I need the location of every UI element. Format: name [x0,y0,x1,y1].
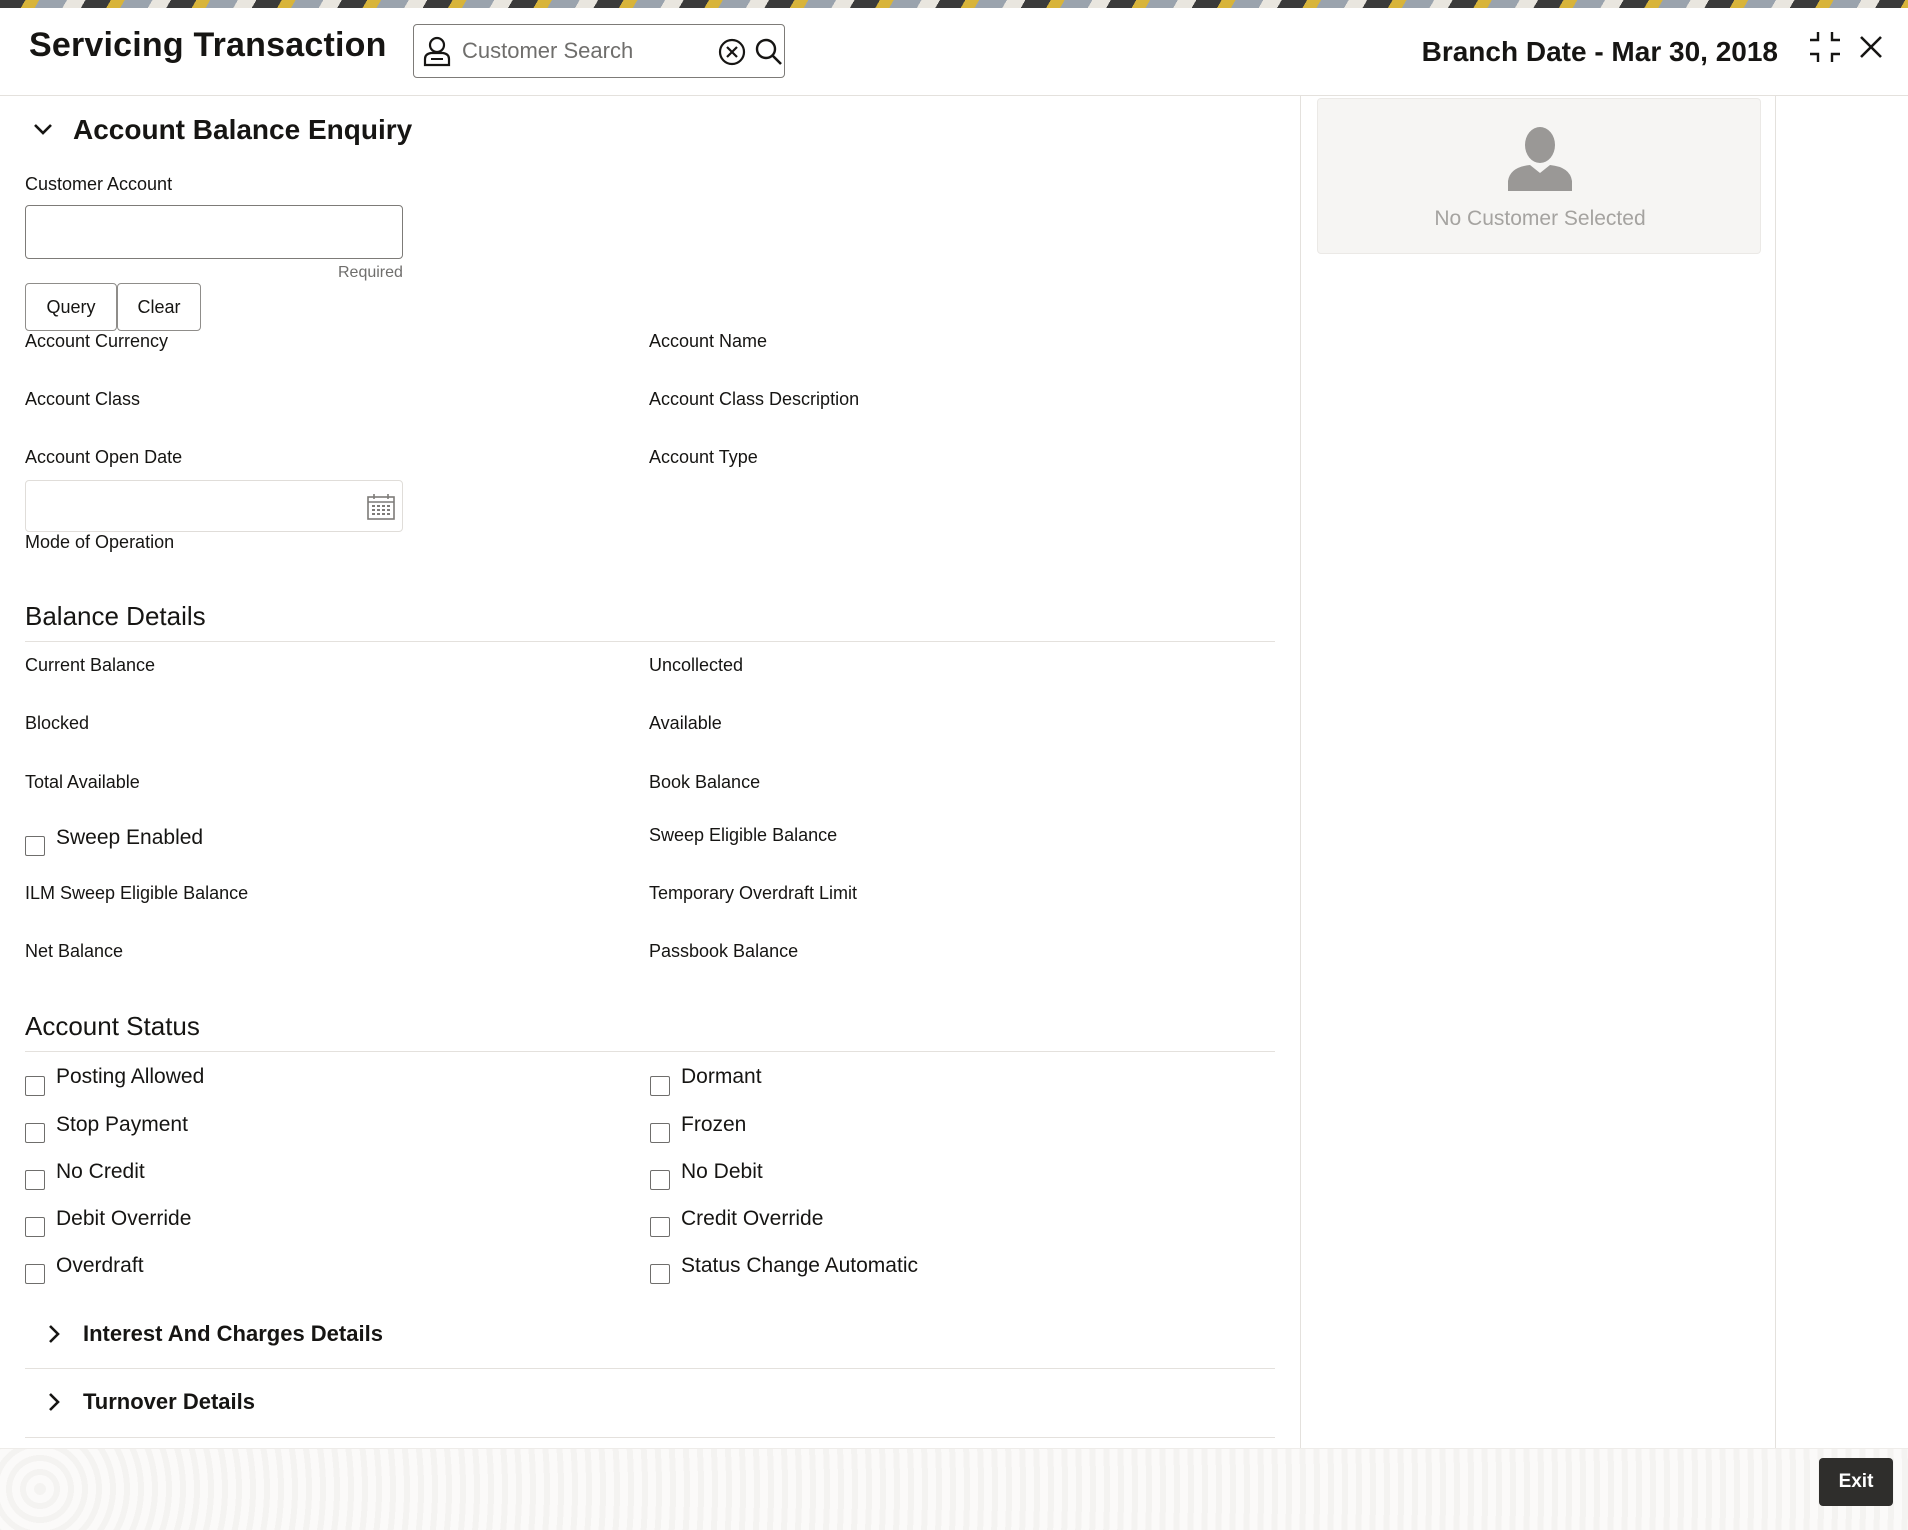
customer-info-panel: No Customer Selected [1300,96,1776,1448]
account-open-date-label: Account Open Date [25,447,183,467]
page-title: Servicing Transaction [29,26,387,64]
account-type-label: Account Type [649,447,758,467]
no-customer-selected-text: No Customer Selected [1434,207,1646,230]
no-debit-label: No Debit [681,1160,763,1183]
mode-of-operation-label: Mode of Operation [25,532,175,552]
dormant-label: Dormant [681,1065,762,1088]
current-balance-label: Current Balance [25,655,156,675]
query-button[interactable]: Query [25,283,117,331]
customer-search-box[interactable] [413,24,785,78]
available-label: Available [649,713,722,733]
section-title: Account Balance Enquiry [73,114,413,145]
customer-card: No Customer Selected [1317,98,1761,254]
credit-override-label: Credit Override [681,1207,824,1230]
overdraft-checkbox[interactable] [25,1264,45,1284]
account-class-label: Account Class [25,389,141,409]
header: Servicing Transaction Branch Date - Mar … [0,8,1908,96]
posting-allowed-checkbox[interactable] [25,1076,45,1096]
account-name-label: Account Name [649,331,768,351]
overdraft-label: Overdraft [56,1254,144,1277]
minimize-icon[interactable] [1808,30,1842,64]
account-status-title: Account Status [25,1011,200,1041]
dormant-checkbox[interactable] [650,1076,670,1096]
footer [0,1448,1908,1530]
divider [25,641,1275,642]
account-currency-label: Account Currency [25,331,169,351]
chevron-right-icon[interactable] [44,1323,64,1345]
sweep-enabled-label: Sweep Enabled [56,826,204,849]
customer-account-input[interactable] [25,205,403,259]
customer-search-input[interactable] [462,35,712,67]
turnover-details-toggle[interactable]: Turnover Details [83,1389,255,1415]
clear-search-icon[interactable] [718,38,746,66]
required-hint: Required [338,264,403,281]
credit-override-checkbox[interactable] [650,1217,670,1237]
customer-account-label: Customer Account [25,174,173,194]
clear-button[interactable]: Clear [117,283,201,331]
no-credit-label: No Credit [56,1160,145,1183]
chevron-down-icon[interactable] [32,118,54,140]
sweep-eligible-balance-label: Sweep Eligible Balance [649,825,838,845]
top-decorative-strip [0,0,1908,8]
no-debit-checkbox[interactable] [650,1170,670,1190]
stop-payment-checkbox[interactable] [25,1123,45,1143]
user-avatar-icon [1508,127,1572,191]
uncollected-label: Uncollected [649,655,744,675]
net-balance-label: Net Balance [25,941,124,961]
frozen-label: Frozen [681,1113,747,1136]
book-balance-label: Book Balance [649,772,761,792]
debit-override-checkbox[interactable] [25,1217,45,1237]
close-icon[interactable] [1858,34,1884,60]
balance-details-title: Balance Details [25,601,206,631]
branch-date: Branch Date - Mar 30, 2018 [1421,36,1778,67]
debit-override-label: Debit Override [56,1207,192,1230]
exit-button[interactable]: Exit [1819,1458,1893,1506]
search-icon[interactable] [754,37,784,67]
divider [25,1437,1275,1438]
customer-icon [423,36,451,67]
sweep-enabled-checkbox[interactable] [25,836,45,856]
no-credit-checkbox[interactable] [25,1170,45,1190]
status-change-automatic-checkbox[interactable] [650,1264,670,1284]
divider [25,1368,1275,1369]
posting-allowed-label: Posting Allowed [56,1065,205,1088]
blocked-label: Blocked [25,713,90,733]
status-change-automatic-label: Status Change Automatic [681,1254,918,1277]
total-available-label: Total Available [25,772,140,792]
chevron-right-icon[interactable] [44,1391,64,1413]
frozen-checkbox[interactable] [650,1123,670,1143]
temporary-overdraft-limit-label: Temporary Overdraft Limit [649,883,858,903]
stop-payment-label: Stop Payment [56,1113,188,1136]
ilm-sweep-eligible-balance-label: ILM Sweep Eligible Balance [25,883,249,903]
calendar-icon[interactable] [366,493,396,521]
account-open-date-field[interactable] [25,480,403,532]
account-class-description-label: Account Class Description [649,389,860,409]
divider [25,1051,1275,1052]
interest-and-charges-details-toggle[interactable]: Interest And Charges Details [83,1321,383,1347]
passbook-balance-label: Passbook Balance [649,941,799,961]
